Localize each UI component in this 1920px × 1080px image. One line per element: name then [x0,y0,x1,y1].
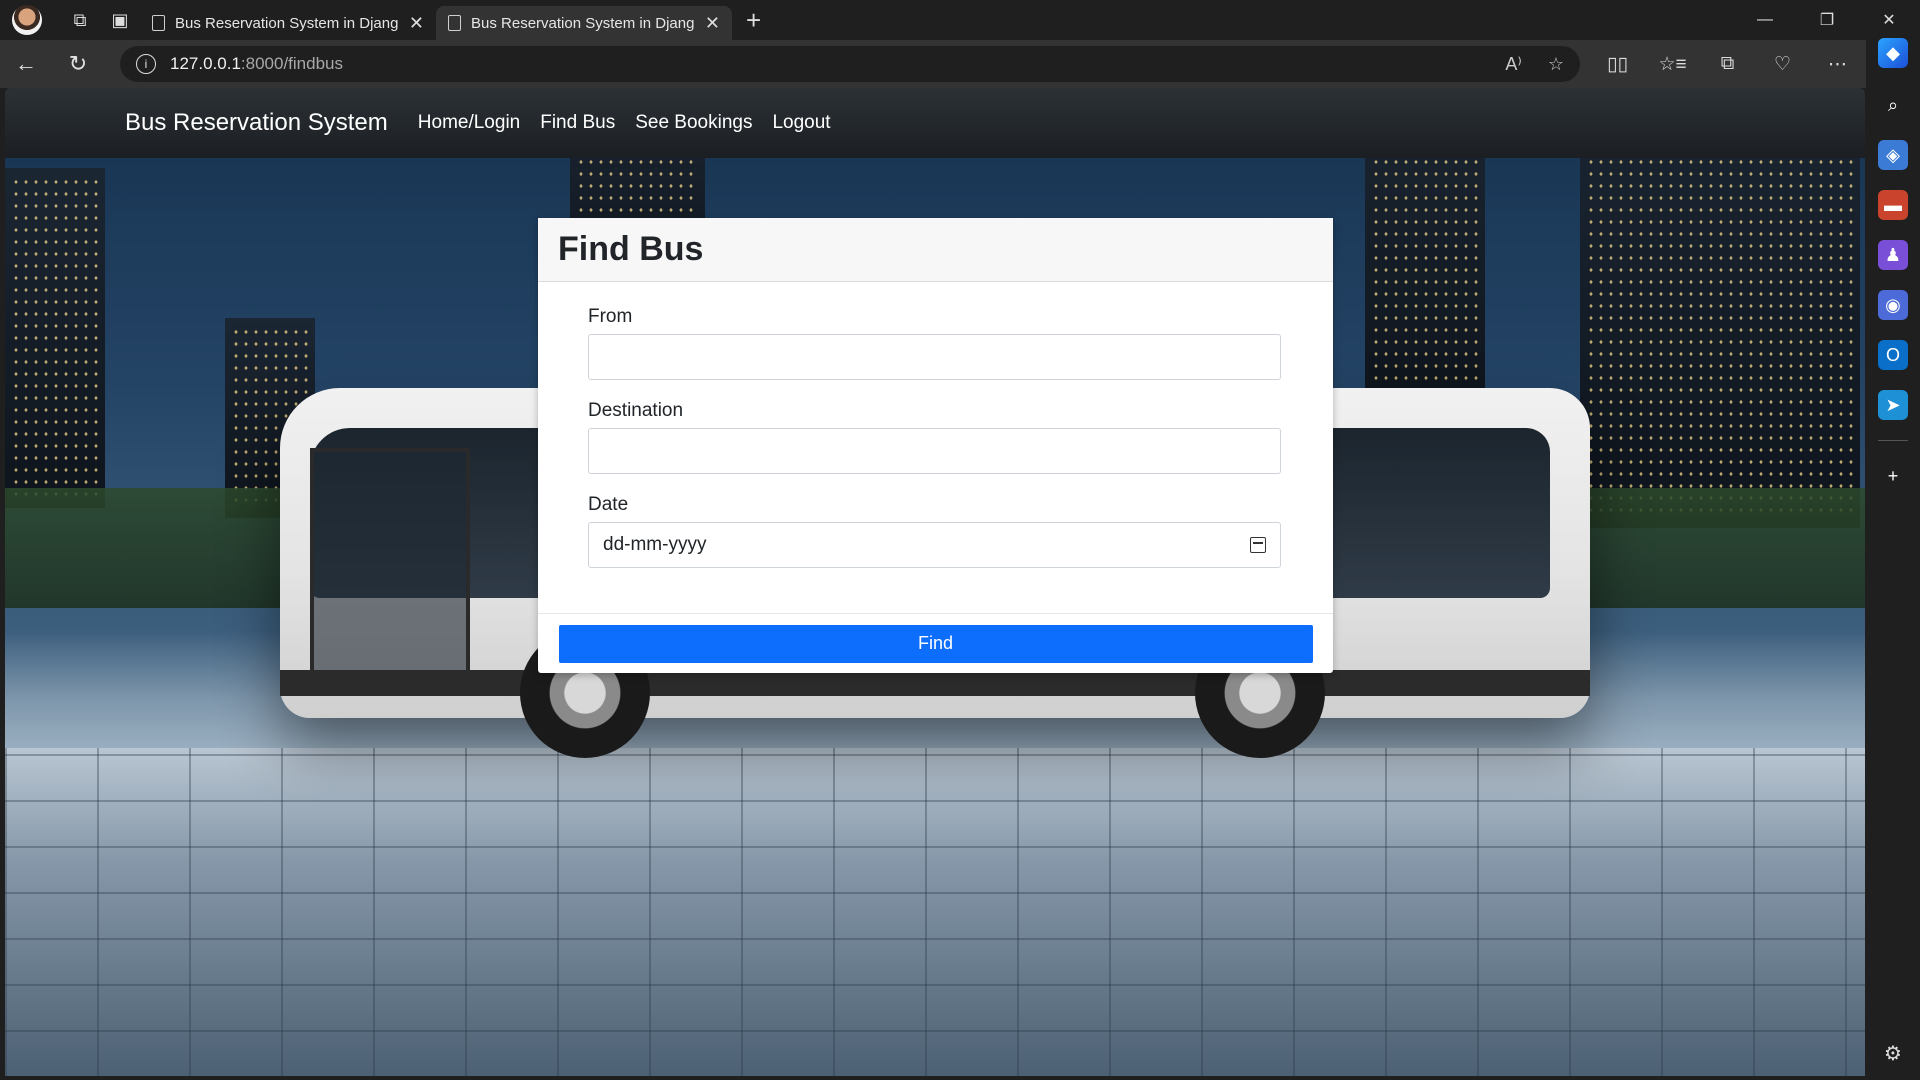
office-icon[interactable]: ◉ [1878,290,1908,320]
profile-avatar[interactable] [12,5,42,35]
browser-tab[interactable]: Bus Reservation System in Djang ✕ [140,6,436,40]
destination-field-group: Destination [588,400,1283,474]
games-icon[interactable]: ♟ [1878,240,1908,270]
from-label: From [588,306,633,327]
back-icon[interactable]: ← [0,40,52,88]
search-icon[interactable]: ⌕ [1878,90,1908,120]
more-icon[interactable]: ⋯ [1810,40,1865,88]
address-toolbar: ← ↻ i 127.0.0.1:8000/findbus A⁾ ☆ ▯▯ ☆≡ … [0,40,1920,88]
nav-link-home-login[interactable]: Home/Login [418,112,520,134]
close-tab-icon[interactable]: ✕ [705,13,720,34]
bus-skirt [280,670,1590,696]
date-input[interactable]: dd-mm-yyyy [588,522,1281,568]
background-pavement [5,748,1865,1076]
tools-icon[interactable]: ▬ [1878,190,1908,220]
background-building [5,168,105,508]
destination-label: Destination [588,400,684,421]
sidebar-divider [1878,440,1908,441]
refresh-icon[interactable]: ↻ [52,40,104,88]
find-bus-card: Find Bus From Destination Date dd-mm-yyy… [538,218,1333,673]
settings-gear-icon[interactable]: ⚙ [1884,1041,1902,1066]
from-field-group: From [588,306,1283,380]
calendar-icon[interactable] [1250,537,1266,553]
outlook-icon[interactable]: O [1878,340,1908,370]
add-icon[interactable]: + [1878,461,1908,491]
tab-title: Bus Reservation System in Djang [471,14,695,32]
date-placeholder: dd-mm-yyyy [603,534,707,555]
card-header: Find Bus [538,218,1333,282]
date-field-group: Date dd-mm-yyyy [588,494,1283,568]
nav-link-logout[interactable]: Logout [772,112,830,134]
site-navbar: Bus Reservation System Home/Login Find B… [5,88,1865,158]
favorite-star-icon[interactable]: ☆ [1548,54,1564,75]
site-info-icon[interactable]: i [136,54,156,74]
split-screen-icon[interactable]: ▯▯ [1590,40,1645,88]
url-host: 127.0.0.1 [170,54,241,73]
tab-actions-icon[interactable]: ▣ [100,0,140,40]
browser-tab-active[interactable]: Bus Reservation System in Djang ✕ [436,6,732,40]
from-input[interactable] [588,334,1281,380]
workspaces-icon[interactable]: ⧉ [60,0,100,40]
page-icon [152,15,165,31]
navbar-brand[interactable]: Bus Reservation System [125,109,388,137]
tab-title: Bus Reservation System in Djang [175,14,399,32]
page-title: Find Bus [558,230,704,268]
nav-link-find-bus[interactable]: Find Bus [540,112,615,134]
card-footer: Find [538,613,1333,673]
browser-tab-bar: ⧉ ▣ Bus Reservation System in Djang ✕ Bu… [0,0,1920,40]
find-button[interactable]: Find [558,624,1313,663]
web-page: Bus Reservation System Home/Login Find B… [5,88,1865,1076]
page-icon [448,15,461,31]
edge-sidebar: ◆ ⌕ ◈ ▬ ♟ ◉ O ➤ + ⚙ [1866,38,1920,1080]
url-bar[interactable]: i 127.0.0.1:8000/findbus A⁾ ☆ [120,46,1580,82]
destination-input[interactable] [588,428,1281,474]
close-tab-icon[interactable]: ✕ [409,13,424,34]
restore-icon[interactable]: ❐ [1796,0,1858,40]
collections-icon[interactable]: ⧉ [1700,40,1755,88]
bus-door [310,448,470,688]
date-label: Date [588,494,629,515]
copilot-icon[interactable]: ◆ [1878,38,1908,68]
browser-essentials-icon[interactable]: ♡ [1755,40,1810,88]
read-aloud-icon[interactable]: A⁾ [1505,54,1521,75]
nav-link-see-bookings[interactable]: See Bookings [635,112,752,134]
card-body: From Destination Date dd-mm-yyyy [538,282,1333,568]
favorites-icon[interactable]: ☆≡ [1645,40,1700,88]
close-window-icon[interactable]: ✕ [1858,0,1920,40]
send-icon[interactable]: ➤ [1878,390,1908,420]
minimize-icon[interactable]: — [1734,0,1796,40]
new-tab-icon[interactable]: + [746,5,761,36]
url-path: :8000/findbus [240,54,343,73]
shopping-tag-icon[interactable]: ◈ [1878,140,1908,170]
